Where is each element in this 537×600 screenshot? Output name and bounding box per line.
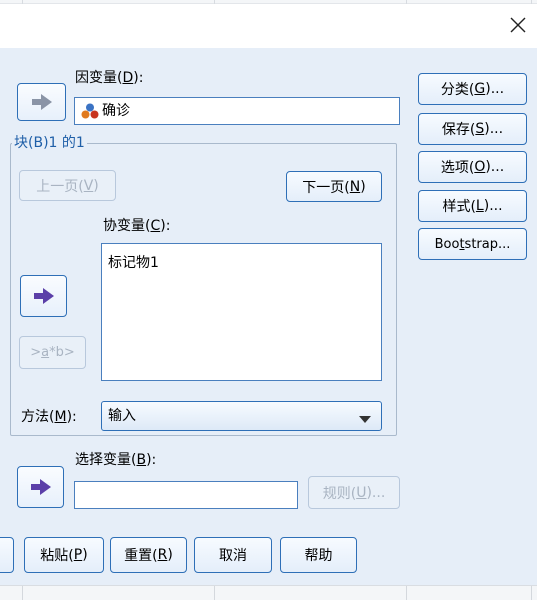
arrow-right-icon — [30, 479, 51, 495]
dependent-field[interactable]: 确诊 — [74, 97, 400, 125]
method-selected-value: 输入 — [108, 408, 136, 424]
selection-label: 选择变量(B): — [75, 452, 157, 468]
list-item[interactable]: 标记物1 — [108, 254, 159, 272]
close-icon[interactable] — [507, 14, 529, 36]
interaction-button[interactable]: > a *b> — [19, 336, 86, 369]
bootstrap-button[interactable]: Boo t strap... — [418, 228, 527, 260]
help-button[interactable]: 帮助 — [280, 537, 357, 573]
cancel-button[interactable]: 取消 — [194, 537, 272, 573]
paste-button[interactable]: 粘贴(P) — [24, 537, 104, 573]
move-selection-button[interactable] — [17, 466, 64, 508]
selection-field[interactable] — [74, 481, 298, 509]
method-select[interactable]: 输入 — [101, 401, 382, 431]
next-block-button[interactable]: 下一页(N) — [286, 171, 382, 202]
covariates-list[interactable]: 标记物1 — [101, 243, 382, 381]
arrow-right-icon — [33, 288, 54, 304]
block-legend: 块(B)1 的1 — [12, 135, 87, 151]
reset-button[interactable]: 重置(R) — [110, 537, 187, 573]
covariates-label: 协变量(C): — [103, 218, 171, 234]
rule-button[interactable]: 规则(U)... — [308, 476, 400, 509]
dependent-value: 确诊 — [102, 103, 130, 119]
options-button[interactable]: 选项(O)... — [418, 151, 527, 183]
move-covariate-button[interactable] — [20, 275, 67, 317]
method-label: 方法(M): — [21, 409, 77, 425]
background-grid-bottom — [0, 585, 537, 600]
arrow-right-icon — [31, 94, 52, 110]
style-button[interactable]: 样式(L)... — [418, 190, 527, 222]
save-button[interactable]: 保存(S)... — [418, 113, 527, 145]
dependent-label: 因变量(D): — [75, 70, 144, 86]
categorical-button[interactable]: 分类(G)... — [418, 73, 527, 105]
chevron-down-icon — [359, 412, 371, 428]
ok-button[interactable] — [0, 537, 14, 573]
move-dependent-button[interactable] — [17, 83, 66, 121]
title-bar — [0, 4, 537, 48]
nominal-measure-icon — [81, 103, 99, 123]
prev-block-button[interactable]: 上一页(V) — [19, 170, 116, 201]
